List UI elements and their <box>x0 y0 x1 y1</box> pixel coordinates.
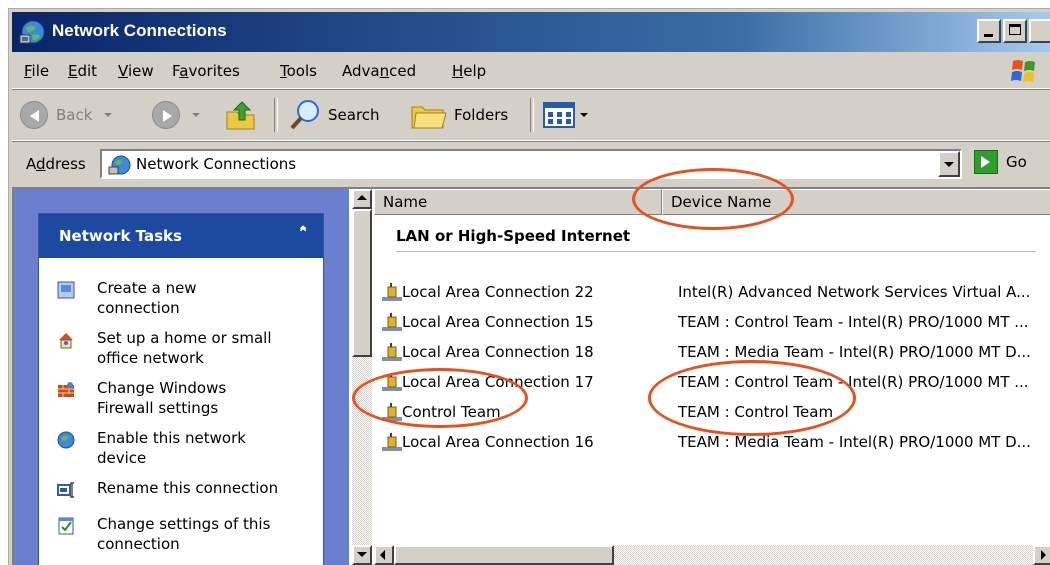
list-item[interactable]: Local Area Connection 18 TEAM : Media Tea… <box>380 341 1050 365</box>
network-connections-icon <box>108 155 131 175</box>
scroll-left-button[interactable] <box>374 545 394 565</box>
explorer-window: Network Connections File Edit View Favor… <box>8 8 1050 565</box>
menu-tools[interactable]: Tools <box>280 62 317 80</box>
network-connections-icon <box>19 20 45 44</box>
column-header-name[interactable]: Name <box>374 189 662 215</box>
go-arrow-icon <box>974 150 998 174</box>
lan-connection-icon <box>382 313 402 331</box>
forward-button[interactable] <box>152 97 200 133</box>
forward-arrow-icon <box>152 101 180 129</box>
folders-icon <box>411 106 447 129</box>
go-label: Go <box>1006 153 1027 171</box>
lan-connection-icon <box>382 433 402 451</box>
rename-icon <box>57 482 74 498</box>
task-pane: Network Tasks ⌃ ⌃ Create a new connection … <box>14 189 349 565</box>
enable-device-icon <box>57 431 75 449</box>
lan-connection-icon <box>382 343 402 361</box>
column-header-device-name[interactable]: Device Name <box>662 189 1050 215</box>
lan-connection-icon <box>382 283 402 301</box>
chevron-down-icon <box>580 113 588 117</box>
windows-logo-icon <box>1011 60 1035 82</box>
menu-file[interactable]: File <box>24 62 49 80</box>
chevron-down-icon <box>104 113 113 117</box>
scroll-down-button[interactable] <box>352 545 372 565</box>
list-item[interactable]: Local Area Connection 16 TEAM : Media Tea… <box>380 431 1050 455</box>
horizontal-scrollbar[interactable] <box>374 545 1050 565</box>
menu-bar: File Edit View Favorites Tools Advanced … <box>12 54 1050 89</box>
menu-edit[interactable]: Edit <box>68 62 97 80</box>
toolbar: Back Search Folders <box>12 90 1050 141</box>
views-button[interactable] <box>542 97 588 133</box>
content-area: Network Tasks ⌃ ⌃ Create a new connection … <box>12 187 1050 565</box>
lan-connection-icon <box>382 403 402 421</box>
menu-advanced[interactable]: Advanced <box>342 62 416 80</box>
network-tasks-header[interactable]: Network Tasks ⌃ ⌃ <box>39 214 323 258</box>
horizontal-scroll-thumb[interactable] <box>394 545 614 565</box>
search-icon <box>290 100 319 130</box>
go-button[interactable]: Go <box>974 150 1027 174</box>
group-divider <box>396 251 1036 252</box>
address-input[interactable]: Network Connections <box>100 149 962 179</box>
list-item[interactable]: Control Team TEAM : Control Team <box>380 401 1050 425</box>
network-tasks-panel: Network Tasks ⌃ ⌃ Create a new connection … <box>38 213 324 565</box>
up-folder-icon <box>226 101 255 130</box>
settings-icon <box>58 517 74 535</box>
address-bar: Address Network Connections Go <box>12 143 1050 185</box>
menu-view[interactable]: View <box>118 62 154 80</box>
home-network-icon <box>59 333 73 349</box>
chevron-down-icon <box>192 113 200 117</box>
close-button[interactable] <box>1029 19 1050 43</box>
list-item[interactable]: Local Area Connection 22 Intel(R) Advance… <box>380 281 1050 305</box>
new-connection-icon <box>57 281 75 299</box>
folders-button[interactable]: Folders <box>410 97 508 133</box>
back-button[interactable]: Back <box>20 97 113 133</box>
address-value: Network Connections <box>136 155 297 173</box>
menu-favorites[interactable]: Favorites <box>172 62 240 80</box>
firewall-icon <box>58 382 74 397</box>
search-button[interactable]: Search <box>288 97 380 133</box>
vertical-scrollbar[interactable] <box>352 189 372 565</box>
list-item[interactable]: Local Area Connection 17 TEAM : Control T… <box>380 371 1050 395</box>
maximize-button[interactable] <box>1003 19 1027 43</box>
search-label: Search <box>328 106 380 124</box>
collapse-chevron-icon[interactable]: ⌃ ⌃ <box>297 224 309 256</box>
menu-help[interactable]: Help <box>452 62 486 80</box>
network-tasks-title: Network Tasks <box>59 227 182 245</box>
address-dropdown-button[interactable] <box>938 151 960 177</box>
group-header: LAN or High-Speed Internet <box>396 227 631 245</box>
window-title: Network Connections <box>52 21 227 40</box>
up-folder-button[interactable] <box>224 97 258 133</box>
minimize-button[interactable] <box>977 19 1001 43</box>
views-icon <box>543 102 575 128</box>
scroll-right-button[interactable] <box>1033 545 1050 565</box>
back-label: Back <box>56 106 93 124</box>
connections-list: Name Device Name LAN or High-Speed Inter… <box>374 189 1050 565</box>
folders-label: Folders <box>454 106 509 124</box>
lan-connection-icon <box>382 373 402 391</box>
list-item[interactable]: Local Area Connection 15 TEAM : Control T… <box>380 311 1050 335</box>
title-bar[interactable]: Network Connections <box>12 12 1050 52</box>
scroll-thumb[interactable] <box>352 209 372 357</box>
address-label: Address <box>26 155 86 173</box>
back-arrow-icon <box>20 101 48 129</box>
scroll-up-button[interactable] <box>352 189 372 209</box>
